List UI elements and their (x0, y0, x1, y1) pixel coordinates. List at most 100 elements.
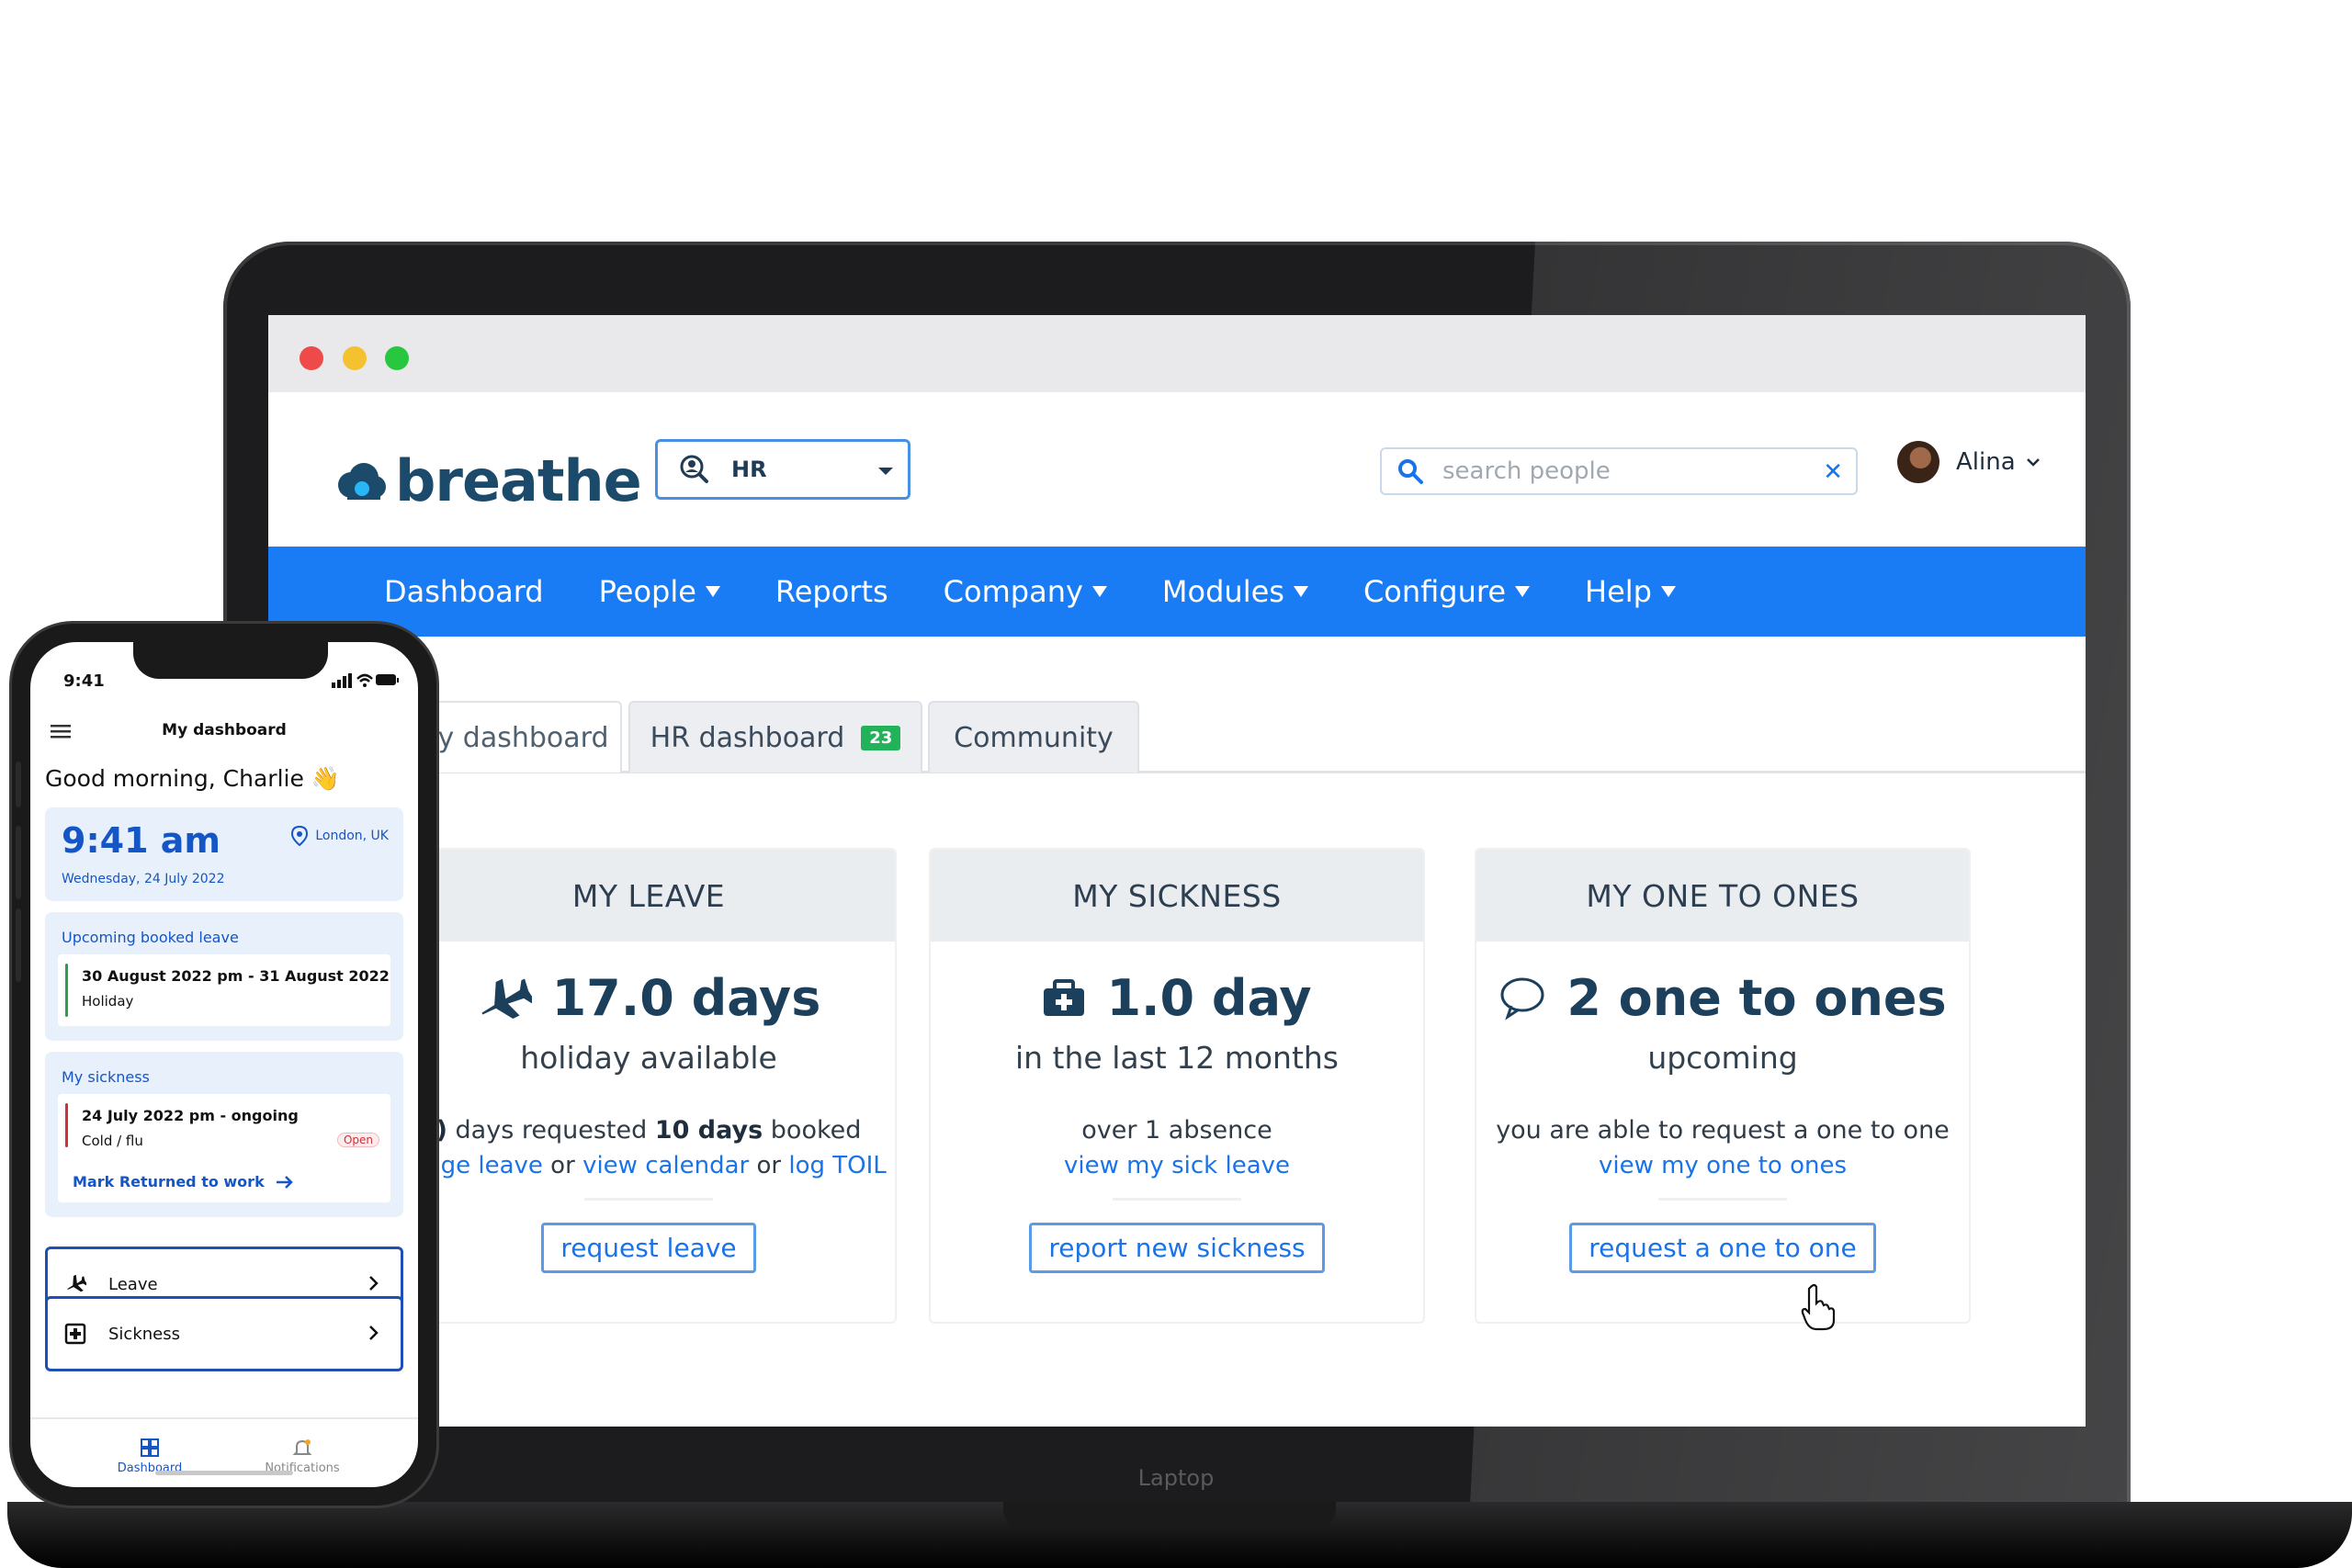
tab-my-dashboard[interactable]: y dashboard (424, 701, 622, 773)
nav-label: Dashboard (384, 574, 544, 609)
dropdown-arrow-icon (705, 586, 720, 597)
leave-row-label: Leave (108, 1274, 158, 1294)
chevron-right-icon (369, 1325, 379, 1340)
nav-help[interactable]: Help (1585, 574, 1676, 609)
leave-stats: ) days requested 10 days booked (402, 1116, 895, 1145)
main-nav: Dashboard People Reports Company Modules… (268, 547, 2086, 637)
current-date: Wednesday, 24 July 2022 (62, 872, 225, 886)
nav-modules[interactable]: Modules (1162, 574, 1308, 609)
hand-cursor-icon (1801, 1283, 1836, 1331)
home-indicator[interactable] (155, 1471, 293, 1475)
plane-icon (481, 977, 532, 1019)
phone-frame: 9:41 My dashboard Good morning, Charlie … (12, 624, 436, 1506)
medical-plus-icon (64, 1323, 86, 1345)
chevron-down-icon (2026, 458, 2040, 467)
nav-dashboard[interactable]: Dashboard (384, 574, 544, 609)
leave-links: nage leave or view calendar or log TOIL (402, 1152, 895, 1179)
nav-label: Company (943, 574, 1083, 609)
people-search-icon (680, 455, 708, 483)
breathe-logo[interactable]: breathe (334, 447, 642, 514)
nav-company[interactable]: Company (944, 574, 1107, 609)
user-menu[interactable]: Alina (1897, 441, 2041, 483)
nav-reports[interactable]: Reports (775, 574, 888, 609)
leave-type: Holiday (82, 993, 134, 1010)
one-to-ones-summary: 2 one to ones (1476, 969, 1969, 1027)
sickness-dates: 24 July 2022 pm - ongoing (82, 1107, 299, 1124)
minimize-window-button[interactable] (343, 346, 367, 370)
card-title: MY SICKNESS (931, 850, 1423, 942)
current-time: 9:41 am (62, 820, 220, 861)
sickness-days-value: 1.0 day (1106, 969, 1312, 1027)
mark-returned-link[interactable]: Mark Returned to work (73, 1173, 294, 1190)
speech-bubble-icon (1500, 977, 1544, 1021)
card-title: MY ONE TO ONES (1476, 850, 1969, 942)
tab-label: y dashboard (437, 721, 609, 754)
clock-card: 9:41 am Wednesday, 24 July 2022 London, … (45, 807, 403, 901)
medical-kit-icon (1044, 978, 1085, 1016)
nav-label: Configure (1363, 574, 1507, 609)
search-input[interactable] (1441, 457, 1793, 486)
status-badge: Open (336, 1133, 379, 1147)
close-window-button[interactable] (300, 346, 323, 370)
dropdown-arrow-icon (1293, 586, 1308, 597)
nav-label: Help (1585, 574, 1652, 609)
booked-count: 10 days (654, 1116, 763, 1145)
tab-community[interactable]: Community (928, 701, 1139, 773)
nav-label: Reports (775, 574, 888, 609)
tab-notifications[interactable]: Notifications (247, 1438, 357, 1475)
sickness-row[interactable]: Sickness (45, 1296, 403, 1371)
requested-label: days requested (447, 1116, 655, 1145)
avatar (1897, 441, 1939, 483)
close-icon[interactable]: ✕ (1823, 458, 1843, 486)
dropdown-arrow-icon (1515, 586, 1531, 597)
or-text: or (749, 1152, 789, 1179)
nav-label: People (598, 574, 696, 609)
leave-dates: 30 August 2022 pm - 31 August 2022 (82, 967, 390, 985)
view-one-to-ones-link[interactable]: view my one to ones (1599, 1152, 1847, 1179)
booked-label: booked (763, 1116, 862, 1145)
my-sickness-card: MY SICKNESS 1.0 day in the last 12 month… (929, 848, 1425, 1324)
section-heading: My sickness (62, 1068, 150, 1086)
nav-people[interactable]: People (599, 574, 720, 609)
arrow-right-icon (276, 1175, 293, 1189)
absence-count: over 1 absence (1081, 1116, 1272, 1145)
nav-configure[interactable]: Configure (1363, 574, 1531, 609)
location: London, UK (291, 826, 389, 846)
chevron-down-icon (878, 468, 893, 475)
nav-label: Modules (1161, 574, 1284, 609)
search-box: ✕ (1380, 447, 1858, 495)
log-toil-link[interactable]: log TOIL (788, 1152, 886, 1179)
sickness-type: Cold / flu (82, 1133, 143, 1149)
view-calendar-link[interactable]: view calendar (582, 1152, 749, 1179)
module-select[interactable]: HR (655, 439, 910, 500)
or-text: or (542, 1152, 583, 1179)
leave-subtitle: holiday available (520, 1040, 777, 1076)
user-name: Alina (1956, 448, 2016, 476)
request-leave-button[interactable]: request leave (541, 1223, 756, 1273)
my-leave-card: MY LEAVE 17.0 days holiday available ) d… (401, 848, 897, 1324)
leave-summary: 17.0 days (402, 969, 895, 1027)
phone-notch (133, 642, 328, 679)
tab-dashboard[interactable]: Dashboard (95, 1438, 205, 1475)
laptop-hinge (1003, 1502, 1336, 1529)
request-one-to-one-button[interactable]: request a one to one (1569, 1223, 1876, 1273)
dashboard-grid-icon (141, 1438, 159, 1457)
page-title: My dashboard (162, 721, 287, 739)
browser-window: breathe HR ✕ Alina (268, 315, 2086, 1427)
chevron-right-icon (369, 1276, 379, 1291)
report-sickness-button[interactable]: report new sickness (1029, 1223, 1325, 1273)
one-to-ones-value: 2 one to ones (1566, 969, 1947, 1027)
tab-hr-dashboard[interactable]: HR dashboard 23 (628, 701, 922, 773)
cloud-logo-icon (338, 462, 386, 500)
maximize-window-button[interactable] (385, 346, 409, 370)
dropdown-arrow-icon (1660, 586, 1676, 597)
count-badge: 23 (861, 725, 901, 750)
leave-days-value: 17.0 days (551, 969, 821, 1027)
tab-label: Community (954, 721, 1114, 754)
tab-label: HR dashboard (650, 721, 845, 754)
leave-entry[interactable]: 30 August 2022 pm - 31 August 2022 Holid… (58, 954, 390, 1026)
logo-text: breathe (395, 447, 642, 514)
view-sick-leave-link[interactable]: view my sick leave (1064, 1152, 1290, 1179)
upcoming-leave-card: Upcoming booked leave 30 August 2022 pm … (45, 912, 403, 1041)
location-pin-icon (291, 826, 309, 846)
